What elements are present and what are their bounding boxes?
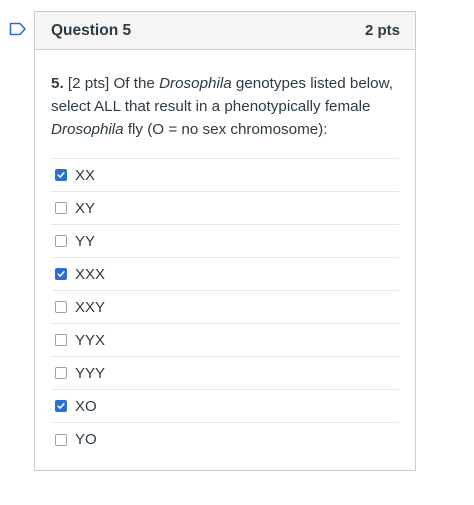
question-text: 5. [2 pts] Of the Drosophila genotypes l… (35, 50, 415, 158)
answer-option[interactable]: XY (51, 192, 399, 225)
question-text-italic1: Drosophila (159, 75, 232, 92)
answer-label: YYY (75, 364, 106, 382)
answer-label: YO (75, 431, 97, 448)
answer-checkbox[interactable] (55, 433, 67, 446)
checkmark-icon (57, 172, 65, 178)
answer-option[interactable]: YO (51, 423, 399, 456)
answer-checkbox[interactable] (55, 268, 67, 280)
question-card: Question 5 2 pts 5. [2 pts] Of the Droso… (34, 11, 416, 471)
answer-option[interactable]: YYX (51, 324, 399, 357)
quiz-page: Question 5 2 pts 5. [2 pts] Of the Droso… (0, 0, 474, 505)
question-number: 5. (51, 75, 64, 92)
answer-label: XO (75, 397, 97, 415)
answer-checkbox[interactable] (55, 367, 67, 379)
answer-checkbox[interactable] (55, 202, 67, 214)
answer-checkbox[interactable] (55, 301, 67, 313)
checkmark-icon (57, 271, 65, 277)
answer-label: XX (75, 166, 96, 184)
answer-label: YY (75, 232, 96, 250)
question-title: Question 5 (51, 21, 132, 39)
answer-label: YYX (75, 331, 106, 349)
answer-option[interactable]: XO (51, 390, 399, 423)
question-text-italic2: Drosophila (51, 121, 124, 138)
answer-option[interactable]: XX (51, 159, 399, 192)
checkmark-icon (57, 403, 65, 409)
answer-checkbox[interactable] (55, 235, 67, 247)
answer-option[interactable]: YY (51, 225, 399, 258)
answer-list: XX XY YY XXX XXY YYX YYY XO YO (51, 158, 399, 456)
question-points: 2 pts (364, 22, 400, 39)
answer-label: XY (75, 199, 96, 217)
question-text-part3: fly (O = no sex chromosome): (123, 121, 328, 138)
answer-option[interactable]: XXY (51, 291, 399, 324)
answer-label: XXY (75, 298, 106, 316)
answer-option[interactable]: YYY (51, 357, 399, 390)
answer-label: XXX (75, 265, 106, 283)
answer-checkbox[interactable] (55, 400, 67, 412)
answer-checkbox[interactable] (55, 334, 67, 346)
answer-option[interactable]: XXX (51, 258, 399, 291)
question-text-part1: [2 pts] Of the (63, 75, 160, 92)
question-header: Question 5 2 pts (35, 12, 415, 50)
flag-question-icon[interactable] (9, 22, 27, 36)
answer-checkbox[interactable] (55, 169, 67, 181)
